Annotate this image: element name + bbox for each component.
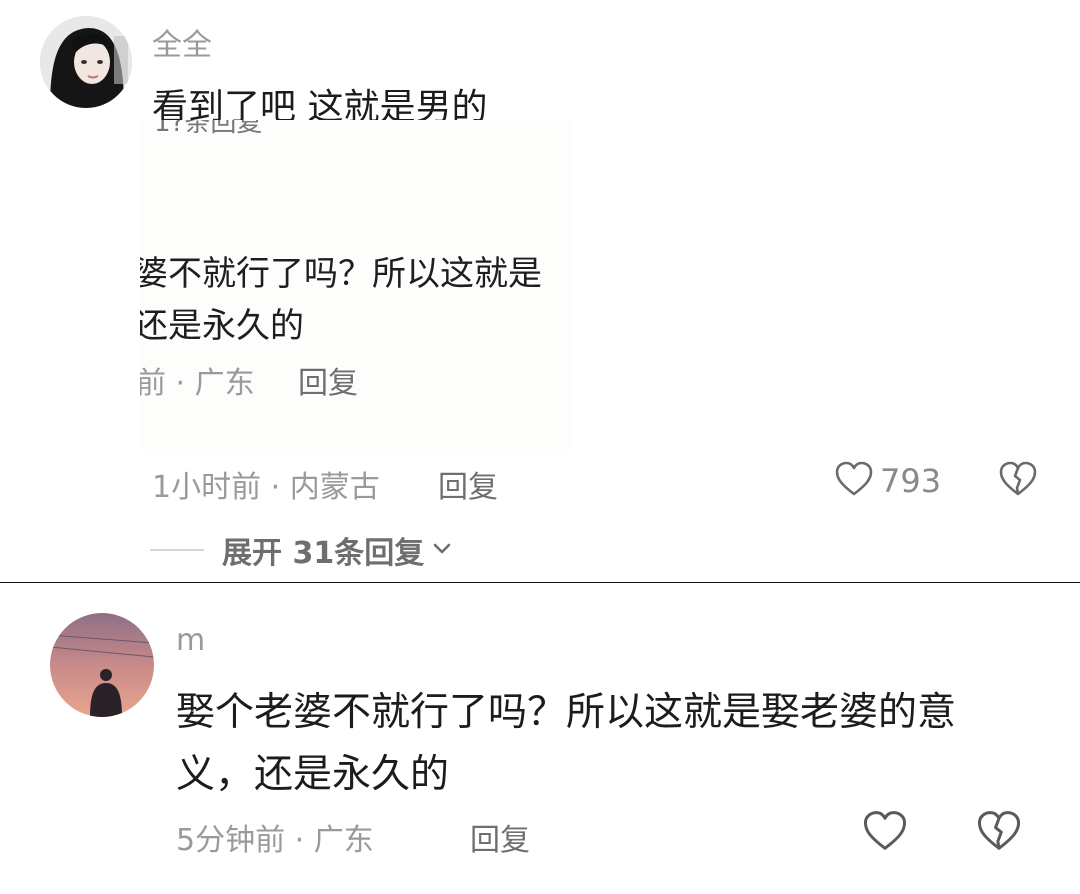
embedded-reply: 回复 (298, 366, 358, 401)
chevron-down-icon (432, 541, 452, 560)
bottom-dislike-button[interactable] (976, 809, 1022, 857)
expand-replies-label: 展开 31条回复 (222, 536, 425, 571)
embedded-header-fragment: 1?条回复 (154, 120, 263, 138)
top-dislike-button[interactable] (998, 460, 1038, 502)
bottom-username[interactable]: m (176, 623, 205, 658)
broken-heart-icon (976, 811, 1022, 857)
bottom-like-button[interactable] (862, 809, 908, 857)
bottom-comment-line2: 义，还是永久的 (176, 752, 450, 797)
bottom-comment-line1: 娶个老婆不就行了吗？所以这就是娶老婆的意 (176, 690, 957, 735)
broken-heart-icon (998, 461, 1038, 502)
screenshot-page: 全全 看到了吧 这就是男的 1?条回复 婆不就行了吗？所以这就是 还是永久的 前… (0, 0, 1080, 894)
bottom-comment-panel: m 娶个老婆不就行了吗？所以这就是娶老婆的意 义，还是永久的 5分钟前 · 广东… (0, 583, 1080, 894)
top-like-button[interactable]: 793 (834, 460, 941, 502)
embedded-text-line2: 还是永久的 (140, 306, 304, 346)
avatar-sunset-silhouette-icon[interactable] (50, 613, 154, 717)
expand-replies-button[interactable]: 展开 31条回复 (150, 528, 452, 572)
embedded-meta: 前 · 广东 (140, 366, 255, 401)
top-username[interactable]: 全全 (152, 20, 212, 64)
avatar-girl-icon[interactable] (40, 16, 132, 108)
top-comment-panel: 全全 看到了吧 这就是男的 1?条回复 婆不就行了吗？所以这就是 还是永久的 前… (0, 0, 1080, 583)
bottom-time-location: 5分钟前 · 广东 (176, 823, 374, 858)
heart-outline-icon (834, 460, 874, 502)
top-like-count: 793 (880, 462, 942, 500)
top-time-location: 1小时前 · 内蒙古 (152, 470, 380, 505)
embedded-text-line1: 婆不就行了吗？所以这就是 (140, 254, 542, 294)
top-reply-button[interactable]: 回复 (438, 462, 498, 506)
bottom-reply-button[interactable]: 回复 (470, 815, 530, 859)
expand-divider (150, 549, 204, 551)
embedded-screenshot-image[interactable]: 1?条回复 婆不就行了吗？所以这就是 还是永久的 前 · 广东 回复 (140, 120, 570, 450)
heart-outline-icon (862, 811, 908, 857)
